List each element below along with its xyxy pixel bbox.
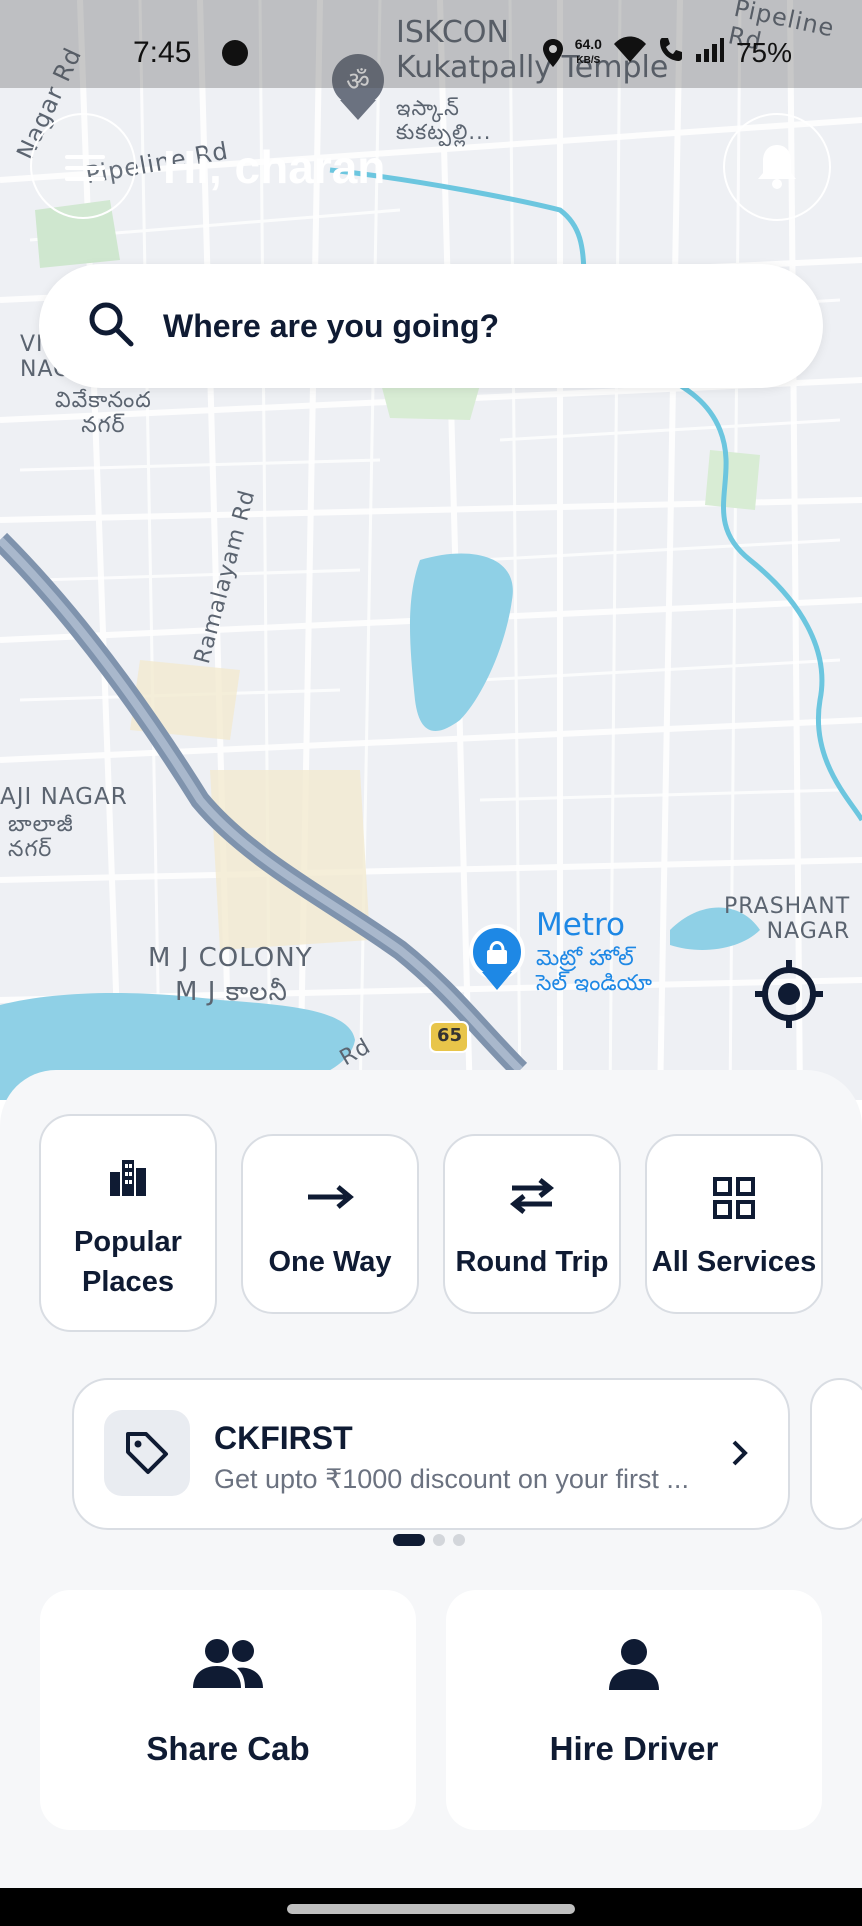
map-label-vivekananda-te: వివేకానంద నగర్: [55, 388, 152, 439]
swap-arrows-icon: [509, 1178, 555, 1214]
promo-description: Get upto ₹1000 discount on your first ..…: [214, 1464, 689, 1494]
page-dot: [453, 1534, 465, 1546]
menu-button[interactable]: [30, 113, 136, 219]
service-popular-places[interactable]: Popular Places: [39, 1114, 217, 1332]
city-buildings-icon: [110, 1160, 146, 1196]
service-round-trip[interactable]: Round Trip: [443, 1134, 621, 1314]
action-label: Hire Driver: [549, 1730, 719, 1767]
status-bar: 7:45 64.0 KB/S 75%: [0, 0, 862, 88]
wifi-icon: [613, 36, 646, 69]
network-speed-value: 64.0: [574, 36, 602, 52]
status-time: 7:45: [133, 36, 192, 69]
promo-card[interactable]: CKFIRST Get upto ₹1000 discount on your …: [72, 1378, 790, 1530]
arrow-right-icon: [308, 1185, 354, 1209]
search-placeholder: Where are you going?: [163, 308, 500, 344]
notifications-button[interactable]: [723, 113, 831, 221]
grid-icon: [713, 1177, 755, 1219]
hire-driver-card[interactable]: Hire Driver: [446, 1590, 822, 1830]
signal-icon: [695, 37, 724, 69]
battery-percent: 75%: [735, 36, 792, 68]
page-dot-active: [393, 1534, 425, 1546]
service-label: Popular Places: [74, 1226, 182, 1298]
chevron-right-icon: [732, 1440, 748, 1466]
service-all-services[interactable]: All Services: [645, 1134, 823, 1314]
map-label-balaji: AJI NAGAR: [0, 784, 128, 810]
search-icon: [89, 302, 134, 347]
home-indicator[interactable]: [287, 1904, 575, 1914]
share-cab-card[interactable]: Share Cab: [40, 1590, 416, 1830]
person-icon: [609, 1639, 659, 1690]
network-speed-unit: KB/S: [576, 55, 601, 66]
crosshair-icon: [755, 960, 823, 1028]
promo-card-next[interactable]: [810, 1378, 862, 1530]
recenter-location-button[interactable]: [753, 958, 825, 1030]
map-label-highway-number: 65: [437, 1025, 463, 1046]
whatsapp-icon: [222, 40, 248, 66]
greeting-text: Hi, charan: [163, 141, 386, 193]
bell-icon: [758, 145, 796, 189]
tag-icon-container: [104, 1410, 190, 1496]
map-label-balaji-te: బాలాజీ నగర్: [8, 812, 74, 863]
map-label-metro-te: మెట్రో హోల్ సెల్ ఇండియా: [536, 946, 652, 997]
promo-code: CKFIRST: [214, 1420, 353, 1456]
page-dot: [433, 1534, 445, 1546]
map-label-mj-colony-te: M J కాలనీ: [175, 977, 288, 1007]
shopping-bag-icon: [487, 950, 507, 964]
map-label-metro: Metro: [536, 907, 626, 943]
service-label: Round Trip: [455, 1246, 609, 1278]
home-screen: ॐ ISKCON Kukatpally Temple ఇస్కాన్ కుకట్…: [0, 0, 862, 1926]
service-label: One Way: [268, 1246, 392, 1278]
people-icon: [193, 1639, 263, 1688]
service-label: All Services: [651, 1246, 817, 1278]
action-label: Share Cab: [146, 1730, 310, 1767]
tag-icon: [126, 1432, 168, 1474]
map-label-mj-colony: M J COLONY: [148, 943, 313, 973]
map-label-iskcon-te: ఇస్కాన్ కుకట్పల్లి...: [396, 96, 492, 145]
service-one-way[interactable]: One Way: [241, 1134, 419, 1314]
map-label-prashant: PRASHANT NAGAR: [724, 894, 851, 945]
network-speed: 64.0 KB/S: [575, 37, 602, 68]
destination-search-bar[interactable]: Where are you going?: [39, 264, 823, 388]
location-icon: [542, 38, 563, 67]
call-icon: [658, 36, 684, 69]
